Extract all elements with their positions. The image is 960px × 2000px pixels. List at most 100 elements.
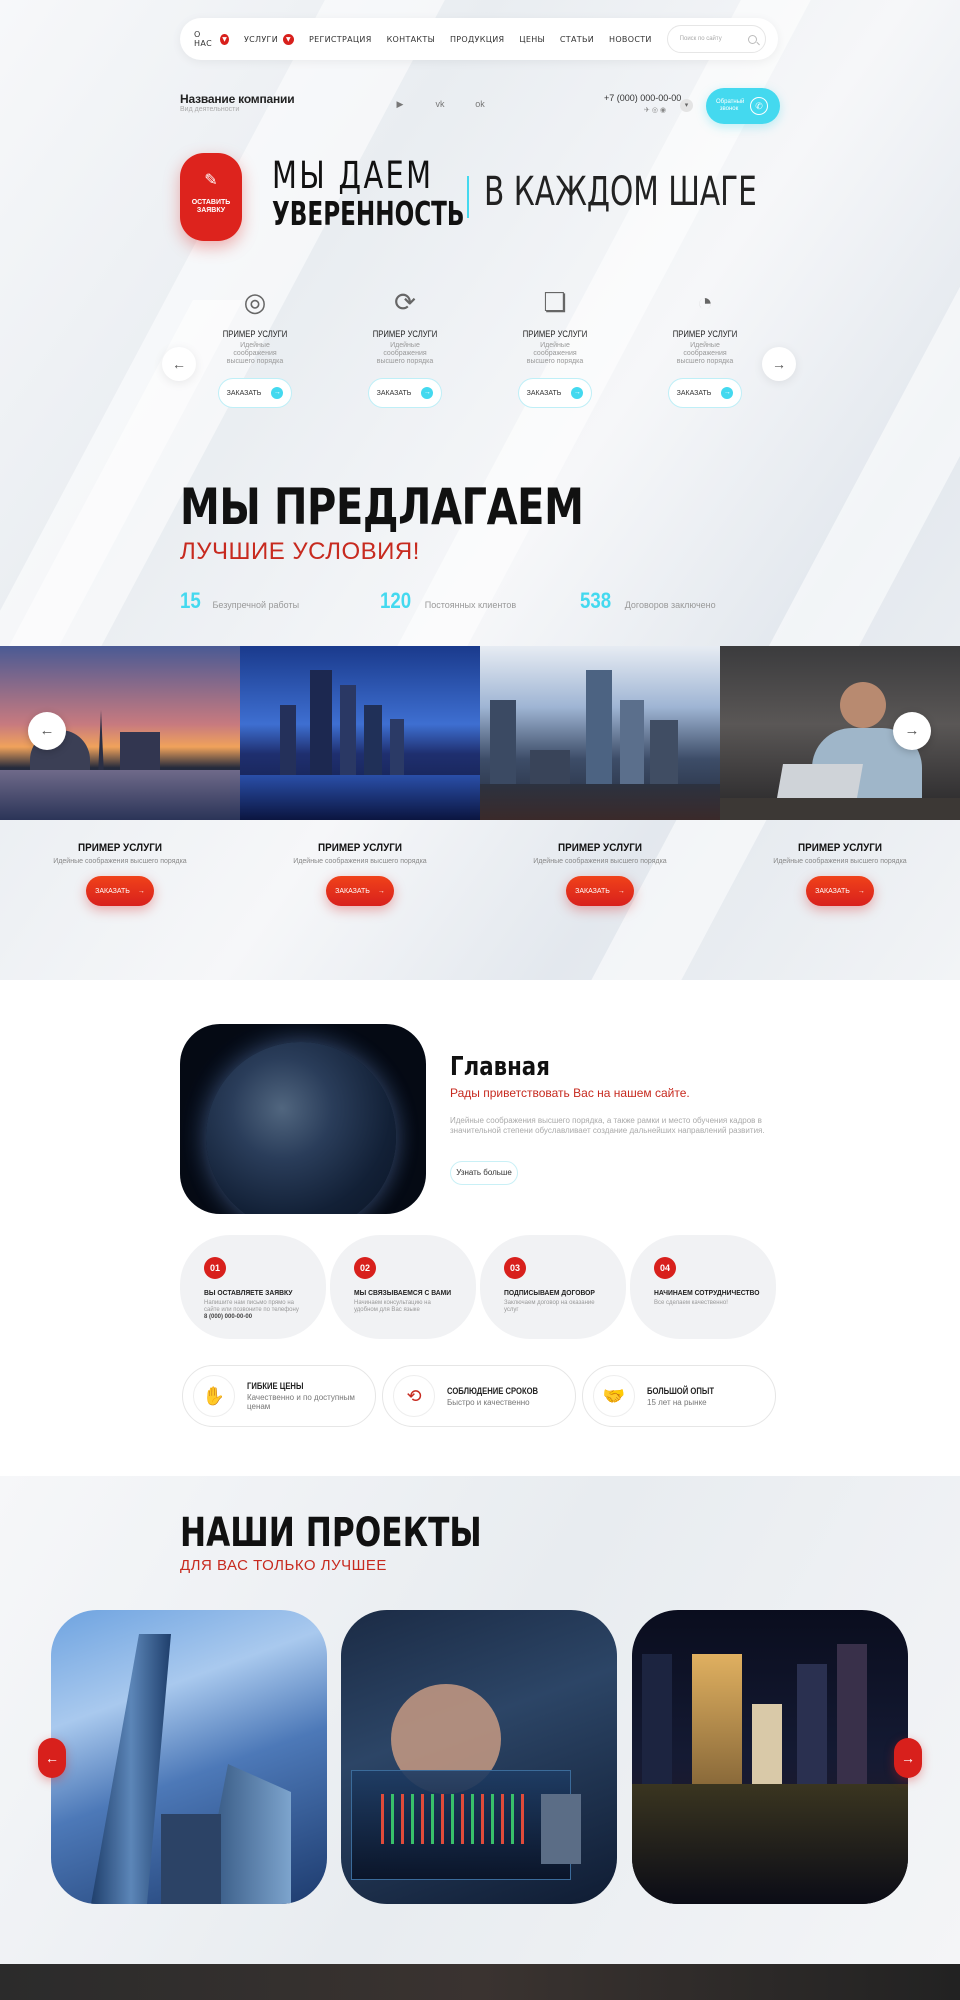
service-title: ПРИМЕР УСЛУГИ — [672, 329, 738, 339]
nav-item-label: КОНТАКТЫ — [386, 34, 435, 44]
header-phone[interactable]: +7 (000) 000-00-00 — [604, 93, 681, 103]
order-label: ЗАКАЗАТЬ — [226, 389, 262, 397]
phone-dropdown-button[interactable]: ▾ — [680, 99, 693, 112]
service-desc: Идейные соображения высшего порядка — [226, 342, 284, 365]
learn-more-button[interactable]: Узнать больше — [450, 1161, 518, 1185]
odnoklassniki-icon[interactable]: ok — [474, 99, 486, 109]
step-desc: Начинаем консультацию на удобном для Вас… — [354, 1300, 431, 1313]
vk-icon[interactable]: vk — [434, 99, 446, 109]
card-desc: Идейные соображения высшего порядка — [773, 858, 907, 865]
order-button[interactable]: ЗАКАЗАТЬ → — [806, 876, 874, 906]
projects-prev-arrow[interactable]: ← — [38, 1738, 66, 1778]
order-button[interactable]: ЗАКАЗАТЬ → — [566, 876, 634, 906]
card-desc: Идейные соображения высшего порядка — [533, 858, 667, 865]
order-button[interactable]: ЗАКАЗАТЬ → — [86, 876, 154, 906]
project-image[interactable] — [341, 1610, 617, 1904]
step-phone[interactable]: 8 (000) 000-00-00 — [204, 1314, 252, 1320]
service-title: ПРИМЕР УСЛУГИ — [222, 329, 288, 339]
step-title: ПОДПИСЫВАЕМ ДОГОВОР — [504, 1288, 595, 1297]
main-title: Главная — [450, 1052, 550, 1082]
service-item: ◎ ПРИМЕР УСЛУГИ Идейные соображения высш… — [185, 285, 325, 408]
service-desc: Идейные соображения высшего порядка — [676, 342, 734, 365]
service-photo[interactable] — [240, 646, 480, 820]
card-title: ПРИМЕР УСЛУГИ — [558, 842, 642, 854]
advantage-title: ГИБКИЕ ЦЕНЫ — [247, 1381, 304, 1391]
projects-next-arrow[interactable]: → — [894, 1738, 922, 1778]
order-label: ЗАКАЗАТЬ — [335, 887, 370, 895]
chevron-down-icon: ▼ — [220, 33, 229, 45]
advantage-desc: Быстро и качественно — [447, 1397, 530, 1407]
order-button[interactable]: ЗАКАЗАТЬ → — [518, 378, 592, 408]
step-card: 02 МЫ СВЯЗЫВАЕМСЯ С ВАМИ Начинаем консул… — [330, 1235, 476, 1339]
arrow-right-icon: → — [617, 887, 625, 895]
search-input[interactable]: Поиск по сайту — [666, 25, 766, 53]
service-item: ◔ ПРИМЕР УСЛУГИ Идейные соображения высш… — [635, 285, 775, 408]
step-desc: Напишите нам письмо прямо на сайте или п… — [204, 1300, 304, 1321]
nav-item-label: СТАТЬИ — [559, 34, 595, 44]
stat-item: 15 Безупречной работы — [180, 588, 299, 614]
step-title: МЫ СВЯЗЫВАЕМСЯ С ВАМИ — [354, 1288, 452, 1297]
step-card: 03 ПОДПИСЫВАЕМ ДОГОВОР Заключаем договор… — [480, 1235, 626, 1339]
order-label: ЗАКАЗАТЬ — [526, 389, 562, 397]
top-nav: О НАС ▼ УСЛУГИ ▼ РЕГИСТРАЦИЯ КОНТАКТЫ ПРОД… — [180, 18, 778, 60]
service-item: ❏ ПРИМЕР УСЛУГИ Идейные соображения высш… — [485, 285, 625, 408]
service-desc: Идейные соображения высшего порядка — [376, 342, 434, 365]
hero-line-2: УВЕРЕННОСТЬ — [272, 194, 465, 233]
order-button[interactable]: ЗАКАЗАТЬ → — [668, 378, 742, 408]
nav-item-registration[interactable]: РЕГИСТРАЦИЯ — [309, 35, 372, 44]
projects-subtitle: ДЛЯ ВАС ТОЛЬКО ЛУЧШЕЕ — [180, 1557, 387, 1574]
nav-item-prices[interactable]: ЦЕНЫ — [519, 35, 545, 44]
nav-item-contacts[interactable]: КОНТАКТЫ — [387, 35, 435, 44]
project-image[interactable] — [632, 1610, 908, 1904]
search-icon[interactable] — [748, 34, 757, 44]
pencil-icon: ✎ — [204, 172, 218, 189]
request-badge-button[interactable]: ✎ ОСТАВИТЬ ЗАЯВКУ — [180, 153, 242, 241]
stat-item: 120 Постоянных клиентов — [380, 588, 516, 614]
messenger-icons[interactable]: ✈◎◉ — [644, 106, 668, 114]
carousel-prev-arrow[interactable]: ← — [28, 712, 66, 750]
phone-icon: ✆ — [750, 97, 768, 115]
order-button[interactable]: ЗАКАЗАТЬ → — [326, 876, 394, 906]
nav-item-label: НОВОСТИ — [609, 34, 652, 44]
step-desc: Заключаем договор на оказание услуг — [504, 1300, 595, 1313]
badge-label: ОСТАВИТЬ ЗАЯВКУ — [191, 199, 231, 214]
order-button[interactable]: ЗАКАЗАТЬ → — [218, 378, 292, 408]
stat-label: Постоянных клиентов — [424, 600, 517, 610]
stat-item: 538 Договоров заключено — [580, 588, 716, 614]
stat-value: 538 — [580, 588, 612, 613]
nav-item-news[interactable]: НОВОСТИ — [609, 35, 652, 44]
chevron-down-icon: ▼ — [282, 33, 294, 45]
stat-value: 15 — [180, 588, 201, 613]
order-label: ЗАКАЗАТЬ — [575, 887, 610, 895]
order-button[interactable]: ЗАКАЗАТЬ → — [368, 378, 442, 408]
service-photo[interactable] — [480, 646, 720, 820]
step-number: 03 — [504, 1257, 526, 1279]
service-item: ⟳ ПРИМЕР УСЛУГИ Идейные соображения высш… — [335, 285, 475, 408]
offer-subtitle: ЛУЧШИЕ УСЛОВИЯ! — [180, 538, 420, 565]
nav-item-services[interactable]: УСЛУГИ ▼ — [243, 33, 294, 45]
order-label: ЗАКАЗАТЬ — [376, 389, 412, 397]
service-title: ПРИМЕР УСЛУГИ — [522, 329, 588, 339]
card-title: ПРИМЕР УСЛУГИ — [78, 842, 162, 854]
offer-title: МЫ ПРЕДЛАГАЕМ — [180, 478, 584, 536]
earth-image — [180, 1024, 426, 1214]
advantage-desc: Качественно и по доступным ценам — [247, 1393, 355, 1411]
nav-item-about[interactable]: О НАС ▼ — [194, 30, 229, 48]
company-name[interactable]: Название компании — [180, 92, 295, 106]
nav-item-products[interactable]: ПРОДУКЦИЯ — [450, 35, 504, 44]
services-next-arrow[interactable]: → — [762, 347, 796, 381]
carousel-next-arrow[interactable]: → — [893, 712, 931, 750]
card-title: ПРИМЕР УСЛУГИ — [318, 842, 402, 854]
youtube-icon[interactable]: ▶ — [394, 99, 406, 109]
order-label: ЗАКАЗАТЬ — [95, 887, 130, 895]
step-card: 04 НАЧИНАЕМ СОТРУДНИЧЕСТВО Все сделаем к… — [630, 1235, 776, 1339]
nav-item-label: УСЛУГИ — [243, 34, 278, 44]
arrow-right-icon: → — [271, 387, 284, 399]
callback-label: Обратный звонок — [716, 99, 745, 112]
service-title: ПРИМЕР УСЛУГИ — [372, 329, 438, 339]
main-text: Идейные соображения высшего порядка, а т… — [450, 1116, 765, 1135]
project-image[interactable] — [51, 1610, 327, 1904]
nav-item-articles[interactable]: СТАТЬИ — [560, 35, 594, 44]
callback-button[interactable]: Обратный звонок ✆ — [706, 88, 780, 124]
advantage-card: ⟲ СОБЛЮДЕНИЕ СРОКОВ Быстро и качественно — [382, 1365, 576, 1427]
